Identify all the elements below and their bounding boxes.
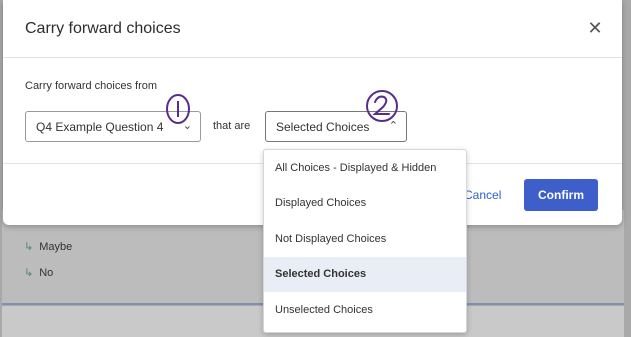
dropdown-option-selected[interactable]: Selected Choices bbox=[264, 256, 466, 292]
choice-label: No bbox=[39, 266, 54, 279]
close-icon: ✕ bbox=[587, 17, 603, 38]
confirm-button[interactable]: Confirm bbox=[524, 179, 598, 211]
choice-item: ↳ No bbox=[24, 266, 54, 280]
annotation-number-2 bbox=[366, 90, 398, 122]
close-button[interactable]: ✕ bbox=[584, 17, 606, 39]
source-question-value: Q4 Example Question 4 bbox=[36, 119, 164, 134]
dropdown-option[interactable]: Not Displayed Choices bbox=[264, 221, 466, 257]
choice-label: Maybe bbox=[39, 240, 73, 253]
modal-title: Carry forward choices bbox=[25, 20, 181, 37]
choice-type-value: Selected Choices bbox=[276, 119, 370, 134]
choice-item: ↳ Maybe bbox=[24, 240, 73, 254]
cancel-button[interactable]: Cancel bbox=[464, 188, 501, 202]
carry-forward-arrow-icon: ↳ bbox=[24, 241, 34, 253]
carry-forward-from-label: Carry forward choices from bbox=[25, 80, 158, 92]
that-are-label: that are bbox=[213, 120, 251, 132]
dropdown-option[interactable]: All Choices - Displayed & Hidden bbox=[264, 150, 466, 186]
modal-header: Carry forward choices ✕ bbox=[3, 0, 622, 58]
annotation-number-1 bbox=[166, 94, 190, 124]
dropdown-option[interactable]: Displayed Choices bbox=[264, 186, 466, 222]
choice-type-dropdown: All Choices - Displayed & Hidden Display… bbox=[263, 149, 467, 333]
carry-forward-arrow-icon: ↳ bbox=[24, 267, 34, 279]
dropdown-option[interactable]: Unselected Choices bbox=[264, 292, 466, 328]
